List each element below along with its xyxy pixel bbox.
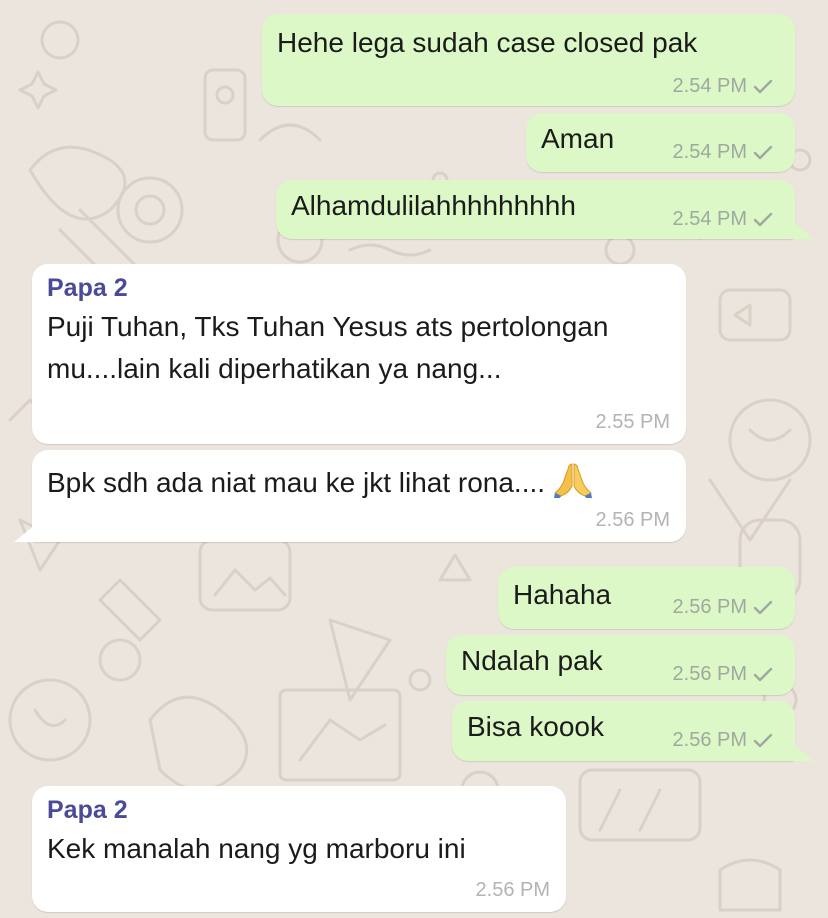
message-meta: 2.54 PM xyxy=(673,208,773,231)
message-text: Bisa koook xyxy=(467,711,604,742)
sender-name: Papa 2 xyxy=(47,274,128,302)
folded-hands-emoji xyxy=(553,463,592,498)
message-time: 2.54 PM xyxy=(672,208,747,230)
message-bubble-outgoing[interactable]: Aman 2.54 PM xyxy=(526,113,795,172)
single-check-icon xyxy=(753,145,773,159)
message-bubble-outgoing[interactable]: Hehe lega sudah case closed pak 2.54 PM xyxy=(262,14,795,106)
message-time: 2.56 PM xyxy=(595,509,670,531)
message-meta: 2.56 PM xyxy=(673,596,773,619)
message-text: Aman xyxy=(541,123,615,154)
message-bubble-incoming[interactable]: Papa 2 Puji Tuhan, Tks Tuhan Yesus ats p… xyxy=(32,264,686,444)
message-bubble-outgoing[interactable]: Ndalah pak 2.56 PM xyxy=(446,635,795,695)
message-meta: 2.56 PM xyxy=(673,729,773,752)
message-meta: 2.56 PM xyxy=(596,509,670,532)
message-time: 2.54 PM xyxy=(672,75,747,97)
message-text: Hahaha xyxy=(513,579,612,610)
message-text: Puji Tuhan, Tks Tuhan Yesus ats pertolon… xyxy=(47,311,609,384)
message-meta: 2.54 PM xyxy=(673,75,773,98)
message-text: Alhamdulilahhhhhhhhh xyxy=(291,190,576,221)
single-check-icon xyxy=(753,79,773,93)
message-bubble-outgoing[interactable]: Bisa koook 2.56 PM xyxy=(452,701,795,761)
message-time: 2.54 PM xyxy=(672,141,747,163)
message-time: 2.56 PM xyxy=(672,596,747,618)
message-text: Ndalah pak xyxy=(461,645,603,676)
message-meta: 2.54 PM xyxy=(673,141,773,164)
single-check-icon xyxy=(753,212,773,226)
message-bubble-outgoing[interactable]: Hahaha 2.56 PM xyxy=(498,567,795,629)
bubble-tail xyxy=(14,524,36,542)
single-check-icon xyxy=(753,733,773,747)
bubble-tail xyxy=(792,221,814,239)
message-text: Kek manalah nang yg marboru ini xyxy=(47,833,466,864)
message-meta: 2.56 PM xyxy=(673,663,773,686)
message-time: 2.55 PM xyxy=(595,411,670,433)
message-text-content: Bpk sdh ada niat mau ke jkt lihat rona..… xyxy=(47,467,546,498)
message-time: 2.56 PM xyxy=(672,663,747,685)
sender-name: Papa 2 xyxy=(47,796,128,824)
message-text: Bpk sdh ada niat mau ke jkt lihat rona..… xyxy=(47,458,593,504)
message-meta: 2.55 PM xyxy=(596,411,670,434)
message-time: 2.56 PM xyxy=(475,879,550,901)
bubble-tail xyxy=(792,743,814,761)
single-check-icon xyxy=(753,667,773,681)
message-time: 2.56 PM xyxy=(672,729,747,751)
message-bubble-outgoing[interactable]: Alhamdulilahhhhhhhhh 2.54 PM xyxy=(276,180,795,239)
single-check-icon xyxy=(753,600,773,614)
message-text: Hehe lega sudah case closed pak xyxy=(277,27,698,58)
message-meta: 2.56 PM xyxy=(476,879,550,902)
message-bubble-incoming[interactable]: Bpk sdh ada niat mau ke jkt lihat rona..… xyxy=(32,450,686,542)
message-bubble-incoming[interactable]: Papa 2 Kek manalah nang yg marboru ini 2… xyxy=(32,786,566,912)
